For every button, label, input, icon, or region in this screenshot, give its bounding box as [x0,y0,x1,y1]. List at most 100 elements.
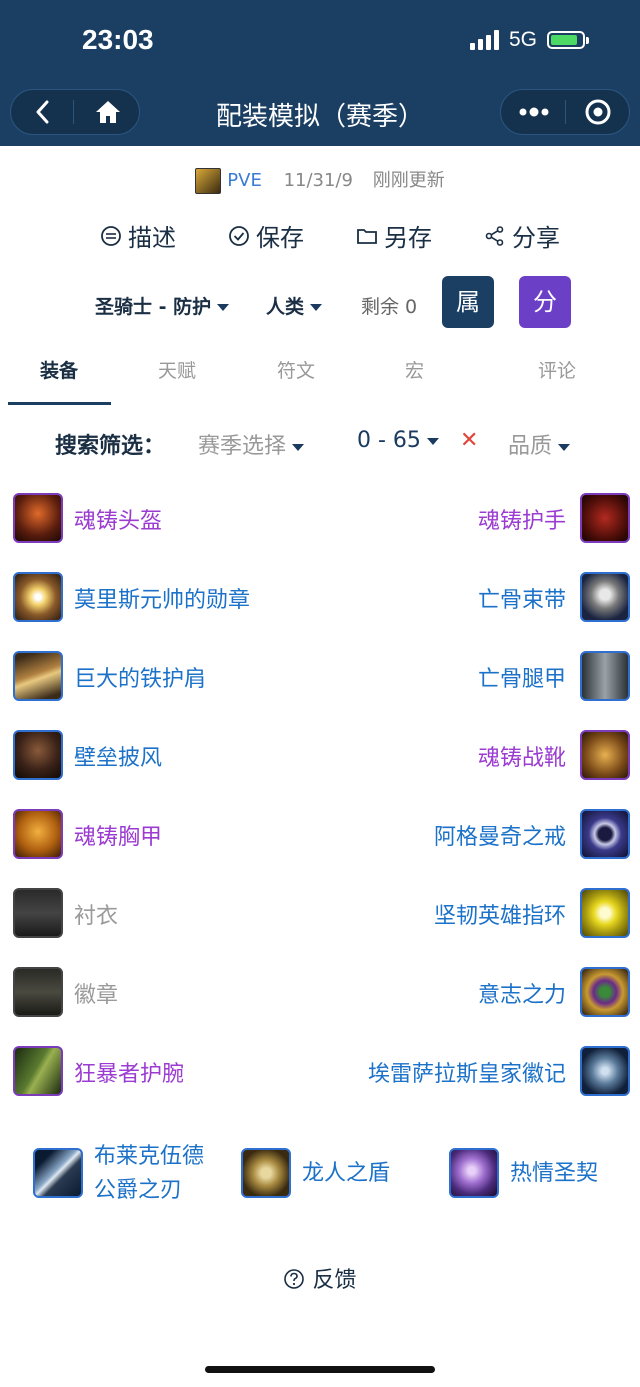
attributes-button[interactable]: 属 [442,276,494,328]
helmet-icon[interactable] [13,493,63,543]
caret-down-icon [217,304,230,311]
weapon-slots: 布莱克伍德 公爵之刃 龙人之盾 热情圣契 [0,1140,640,1210]
save-as-label: 另存 [384,224,432,252]
slot-hands-name[interactable]: 魂铸护手 [478,503,566,535]
main-hand-name-line2: 公爵之刃 [94,1178,183,1203]
bracer-icon[interactable] [13,1046,63,1096]
equipment-row: 莫里斯元帅的勋章 亡骨束带 [0,567,640,629]
tabard-icon[interactable] [13,967,63,1017]
equipment-row: 壁垒披风 魂铸战靴 [0,725,640,787]
season-select[interactable]: 赛季选择 [198,428,305,460]
share-label: 分享 [512,224,560,252]
off-hand-name[interactable]: 龙人之盾 [302,1157,390,1191]
caret-down-icon [292,443,305,451]
nav-capsule-right [500,89,630,135]
equipment-row: 魂铸胸甲 阿格曼奇之戒 [0,804,640,866]
clear-filter-icon[interactable]: ✕ [460,428,478,453]
main-hand-name[interactable]: 布莱克伍德 公爵之刃 [94,1140,204,1208]
share-icon [485,225,504,246]
slot-trinket1-name[interactable]: 意志之力 [478,977,566,1009]
slot-tabard-name[interactable]: 徽章 [74,977,118,1009]
seal-icon[interactable] [580,1046,630,1096]
class-spec-select[interactable]: 圣骑士 - 防护 [95,292,230,319]
trinket-orbs-icon[interactable] [580,967,630,1017]
describe-label: 描述 [128,224,176,252]
app-header: 23:03 5G 配装模拟（赛季） [0,0,640,146]
slot-trinket2-name[interactable]: 埃雷萨拉斯皇家徽记 [368,1056,566,1088]
gold-ring-icon[interactable] [580,888,630,938]
cloak-icon[interactable] [13,730,63,780]
updated-label: 刚刚更新 [372,170,445,191]
slot-shirt-name[interactable]: 衬衣 [74,898,118,930]
tab-bar: 装备 天赋 符文 宏 评论 [0,350,640,406]
equipment-row: 徽章 意志之力 [0,962,640,1024]
chestplate-icon[interactable] [13,809,63,859]
score-button[interactable]: 分 [519,276,571,328]
skull-belt-icon[interactable] [580,572,630,622]
class-emblem-icon [195,168,222,194]
slot-finger2-name[interactable]: 坚韧英雄指环 [434,898,566,930]
boots-icon[interactable] [580,730,630,780]
tab-talents[interactable]: 天赋 [158,356,196,383]
libram-icon[interactable] [449,1148,499,1198]
feedback-button[interactable]: 反馈 [0,1262,640,1294]
build-info: PVE 11/31/9 刚刚更新 [0,166,640,194]
slot-head-name[interactable]: 魂铸头盔 [74,503,162,535]
level-range-select[interactable]: 0 - 65 [357,428,439,453]
status-icons: 5G [469,28,589,52]
share-button[interactable]: 分享 [484,218,560,253]
quality-value: 品质 [508,434,553,459]
caret-down-icon [558,443,571,451]
slot-finger1-name[interactable]: 阿格曼奇之戒 [434,819,566,851]
search-filter-label: 搜索筛选： [55,434,166,459]
race-value: 人类 [266,296,305,318]
shoulder-icon[interactable] [13,651,63,701]
level-range-value: 0 - 65 [357,428,421,453]
character-filters: 圣骑士 - 防护 人类 剩余 0 属 分 [0,276,640,330]
feedback-label: 反馈 [312,1268,357,1293]
sword-icon[interactable] [33,1148,83,1198]
slot-chest-name[interactable]: 魂铸胸甲 [74,819,162,851]
question-circle-icon [284,1269,305,1289]
slot-legs-name[interactable]: 亡骨腿甲 [478,661,566,693]
slot-feet-name[interactable]: 魂铸战靴 [478,740,566,772]
remaining-points: 剩余 0 [361,296,418,318]
slot-shoulder-name[interactable]: 巨大的铁护肩 [74,661,206,693]
shirt-icon[interactable] [13,888,63,938]
main-hand-name-line1: 布莱克伍德 [94,1144,205,1169]
equipment-row: 狂暴者护腕 埃雷萨拉斯皇家徽记 [0,1041,640,1103]
class-spec-value: 圣骑士 - 防护 [95,296,212,318]
tab-comments[interactable]: 评论 [538,356,576,383]
equipment-row: 巨大的铁护肩 亡骨腿甲 [0,646,640,708]
folder-icon [357,228,377,244]
tab-runes[interactable]: 符文 [277,356,315,383]
status-time: 23:03 [82,24,154,55]
search-filter-row: 搜索筛选： 赛季选择 0 - 65 ✕ 品质 [0,424,640,464]
save-button[interactable]: 保存 [228,218,304,253]
relic-name[interactable]: 热情圣契 [510,1157,598,1191]
signal-icon [469,30,499,50]
more-button[interactable] [501,90,565,134]
medal-icon[interactable] [13,572,63,622]
equipment-row: 魂铸头盔 魂铸护手 [0,488,640,550]
save-as-button[interactable]: 另存 [356,218,432,253]
season-value: 赛季选择 [198,434,287,459]
shield-icon[interactable] [241,1148,291,1198]
ring-icon[interactable] [580,809,630,859]
target-circle-icon [585,99,611,125]
gauntlet-icon[interactable] [580,493,630,543]
mode-label: PVE [227,170,262,191]
slot-wrist-name[interactable]: 狂暴者护腕 [74,1056,184,1088]
describe-button[interactable]: 描述 [100,218,176,253]
tab-macros[interactable]: 宏 [405,356,424,383]
slot-back-name[interactable]: 壁垒披风 [74,740,162,772]
quality-select[interactable]: 品质 [508,428,571,460]
tab-equipment[interactable]: 装备 [40,356,78,383]
race-select[interactable]: 人类 [266,292,323,319]
slot-neck-name[interactable]: 莫里斯元帅的勋章 [74,582,250,614]
slot-waist-name[interactable]: 亡骨束带 [478,582,566,614]
close-miniprogram-button[interactable] [566,90,630,134]
leggings-icon[interactable] [580,651,630,701]
home-indicator[interactable] [205,1366,435,1373]
caret-down-icon [310,304,323,311]
